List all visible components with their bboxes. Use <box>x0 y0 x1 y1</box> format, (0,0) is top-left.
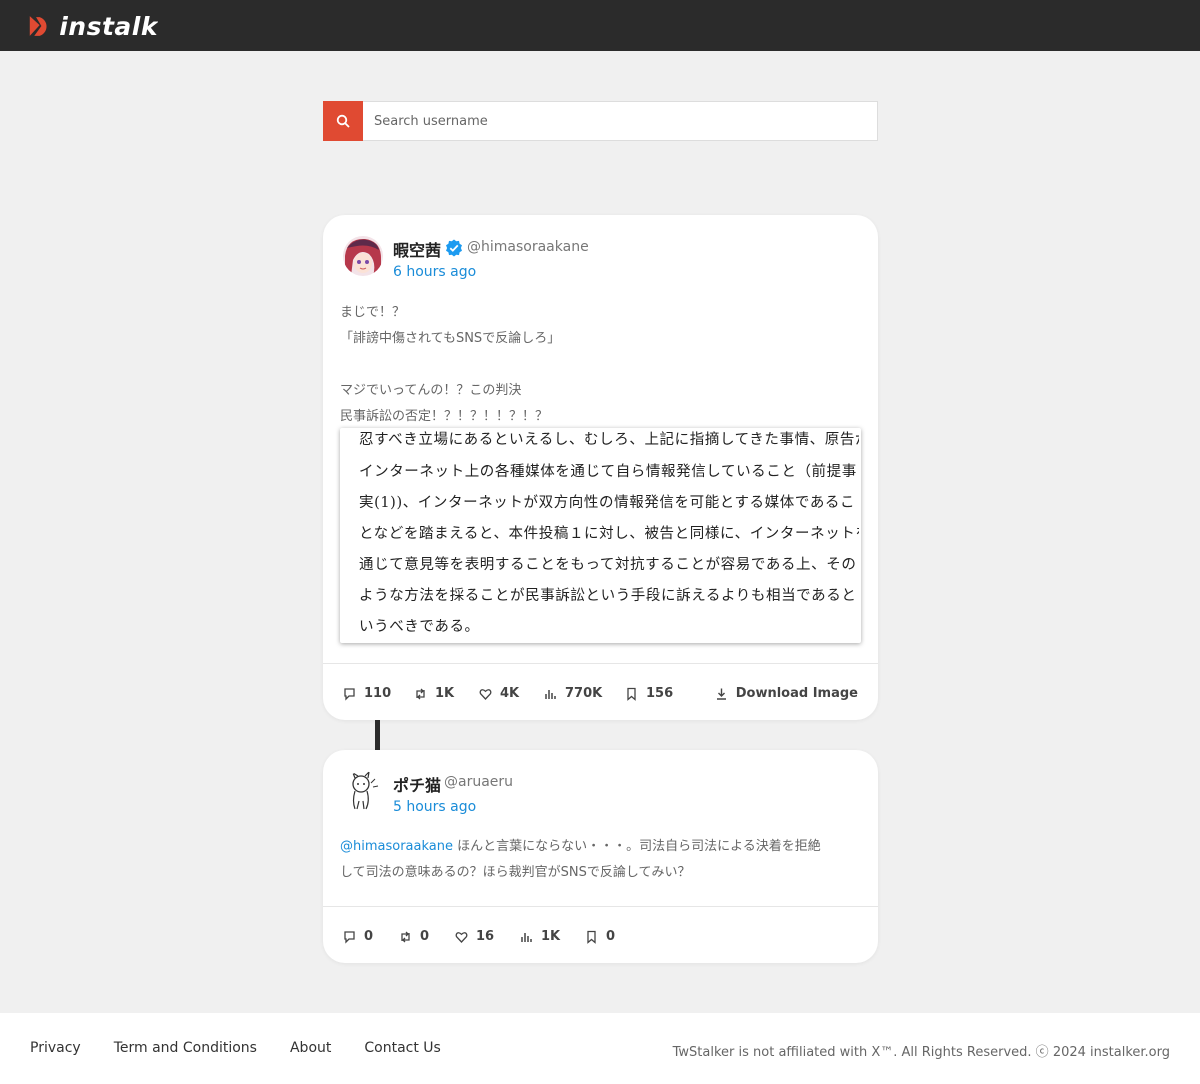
privacy-link[interactable]: Privacy <box>30 1040 81 1056</box>
retweet-button[interactable]: 0 <box>399 929 455 944</box>
bookmark-button[interactable]: 156 <box>625 686 673 701</box>
logo-text: instalk <box>59 11 158 41</box>
image-text-line: いうべきである。 <box>359 619 480 635</box>
reply-count: 110 <box>364 686 392 701</box>
avatar[interactable] <box>343 771 383 811</box>
bookmark-icon <box>627 687 636 701</box>
tweet-card: 暇空茜 @himasoraakane 6 hours ago まじで！？ 「誹謗… <box>323 215 878 720</box>
terms-link[interactable]: Term and Conditions <box>114 1040 257 1056</box>
like-count: 4K <box>500 686 520 701</box>
search-button[interactable] <box>323 101 363 141</box>
retweet-count: 1K <box>435 686 455 701</box>
top-bar: instalk <box>0 0 1200 51</box>
tweet-text-line: して司法の意味あるの？ほら裁判官がSNSで反論してみい？ <box>340 865 691 880</box>
views-count: 1K <box>541 929 561 944</box>
retweet-icon <box>416 688 425 699</box>
image-text-line: ような方法を採ることが民事訴訟という手段に訴えるよりも相当であると <box>359 588 857 604</box>
bookmark-count: 156 <box>646 686 674 701</box>
avatar[interactable] <box>343 236 383 276</box>
tweet-image[interactable]: 忍すべき立場にあるといえるし、むしろ、上記に指摘してきた事情、原告が インターネ… <box>340 428 861 643</box>
display-name[interactable]: 暇空茜 <box>393 237 441 261</box>
image-text-line: 通じて意見等を表明することをもって対抗することが容易である上、その <box>359 557 857 573</box>
tweet-text: @himasoraakane ほんと言葉にならない・・・。司法自ら司法による決着… <box>340 834 860 886</box>
like-button[interactable]: 16 <box>455 929 520 944</box>
copyright-text: TwStalker is not affiliated with X™. All… <box>672 1045 1170 1060</box>
heart-icon <box>479 688 492 700</box>
search-bar <box>323 101 878 141</box>
tweet-text-part: ほんと言葉にならない・・・。司法自ら司法による決着を拒絶 <box>453 839 821 854</box>
tweet-text-line <box>340 352 860 378</box>
reply-button[interactable]: 110 <box>343 686 414 701</box>
image-text-line: となどを踏まえると、本件投稿１に対し、被告と同様に、インターネットを <box>359 526 859 542</box>
reply-icon <box>344 930 355 944</box>
image-text-line: 実(1))、インターネットが双方向性の情報発信を可能とする媒体であるこ <box>359 495 856 511</box>
tweet-stats: 0 0 16 1K 0 <box>343 929 615 944</box>
download-icon <box>716 688 726 700</box>
like-count: 16 <box>476 929 495 944</box>
thread-connector <box>375 720 380 750</box>
mention-link[interactable]: @himasoraakane <box>340 839 453 854</box>
views-icon <box>521 932 532 942</box>
tweet-text-line: 「誹謗中傷されてもSNSで反論しろ」 <box>340 331 561 346</box>
image-text-line: インターネット上の各種媒体を通じて自ら情報発信していること（前提事 <box>359 464 857 480</box>
views-count: 770K <box>565 686 603 701</box>
footer-links: Privacy Term and Conditions About Contac… <box>30 1040 474 1056</box>
tweet-text-line: マジでいってんの！？この判決 <box>340 383 522 398</box>
reply-icon <box>344 687 355 701</box>
reply-button[interactable]: 0 <box>343 929 399 944</box>
download-label: Download Image <box>735 686 858 701</box>
about-link[interactable]: About <box>290 1040 331 1056</box>
image-text-line: 忍すべき立場にあるといえるし、むしろ、上記に指摘してきた事情、原告が <box>359 432 859 448</box>
bookmark-icon <box>587 930 596 944</box>
views-button[interactable]: 770K <box>544 686 625 701</box>
footer: Privacy Term and Conditions About Contac… <box>0 1013 1200 1084</box>
reply-count: 0 <box>364 929 374 944</box>
tweet-text-line: 民事訴訟の否定！？！？！！？！？ <box>340 409 549 424</box>
contact-link[interactable]: Contact Us <box>364 1040 440 1056</box>
bookmark-count: 0 <box>606 929 616 944</box>
handle[interactable]: @aruaeru <box>444 774 513 790</box>
like-button[interactable]: 4K <box>479 686 544 701</box>
tweet-text-line: まじで！？ <box>340 305 406 320</box>
search-input[interactable] <box>363 102 877 140</box>
heart-icon <box>455 931 468 943</box>
tweet-stats: 110 1K 4K 770K 156 <box>343 686 673 701</box>
tweet-text: まじで！？ 「誹謗中傷されてもSNSで反論しろ」 マジでいってんの！？この判決 … <box>340 300 860 430</box>
retweet-button[interactable]: 1K <box>414 686 479 701</box>
verified-badge-icon <box>446 239 462 257</box>
timestamp[interactable]: 5 hours ago <box>393 799 476 815</box>
divider <box>323 906 878 907</box>
bookmark-button[interactable]: 0 <box>585 929 615 944</box>
display-name[interactable]: ポチ猫 <box>393 772 441 796</box>
divider <box>323 663 878 664</box>
reply-card: ポチ猫 @aruaeru 5 hours ago @himasoraakane … <box>323 750 878 963</box>
search-icon <box>336 114 350 128</box>
logo[interactable]: instalk <box>28 10 158 42</box>
retweet-icon <box>401 931 410 942</box>
tweet-text-line: @himasoraakane ほんと言葉にならない・・・。司法自ら司法による決着… <box>340 834 860 860</box>
logo-icon <box>29 16 47 36</box>
handle[interactable]: @himasoraakane <box>467 239 589 255</box>
retweet-count: 0 <box>420 929 430 944</box>
views-icon <box>545 689 556 699</box>
views-button[interactable]: 1K <box>520 929 585 944</box>
timestamp[interactable]: 6 hours ago <box>393 264 476 280</box>
download-image-button[interactable]: Download Image <box>715 686 858 701</box>
